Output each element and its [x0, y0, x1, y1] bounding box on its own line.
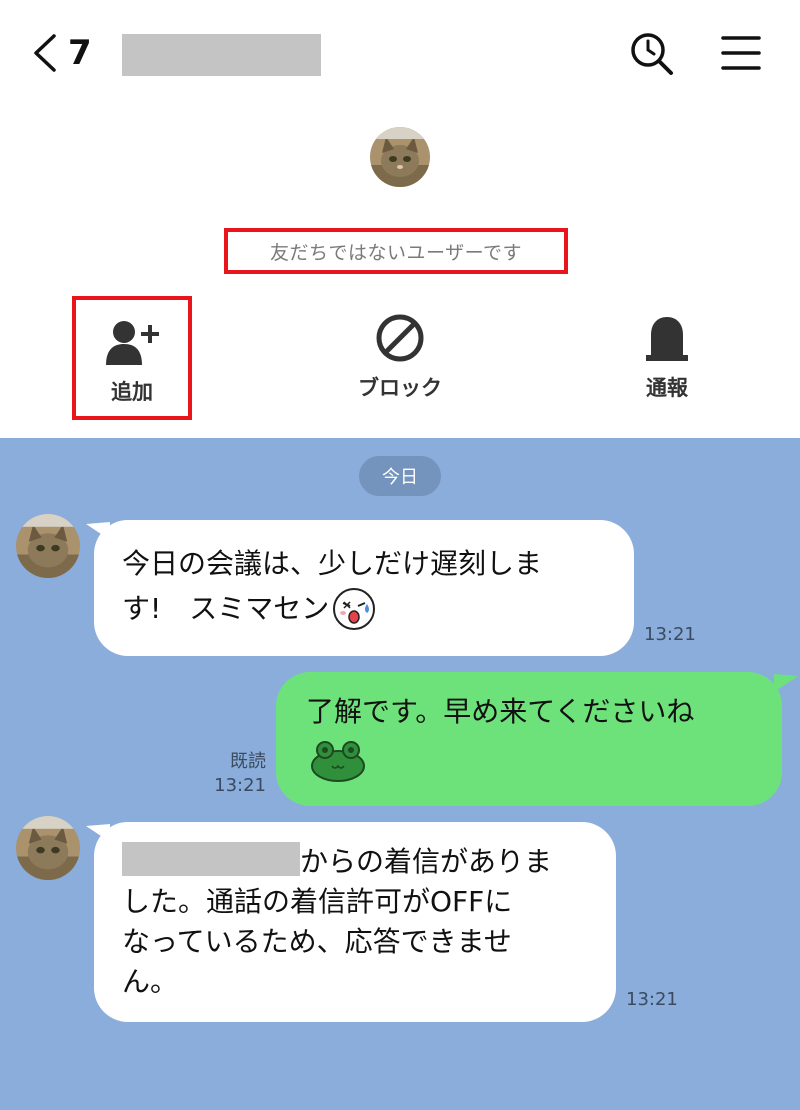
chevron-left-icon — [34, 34, 56, 72]
cat-avatar-image — [16, 816, 80, 880]
add-friend-label: 追加 — [111, 380, 153, 404]
sender-avatar[interactable] — [16, 816, 80, 880]
frog-emoji-icon — [311, 741, 365, 782]
report-button[interactable]: 通報 — [607, 296, 727, 416]
not-friend-notice-text: 友だちではないユーザーです — [270, 241, 522, 264]
message-time: 13:21 — [214, 775, 266, 796]
message-text-line: した。通話の着信許可がOFFに — [122, 885, 513, 918]
sender-avatar[interactable] — [16, 514, 80, 578]
caller-name-redacted — [122, 842, 300, 876]
add-friend-icon — [102, 316, 162, 368]
message-bubble-incoming[interactable]: からの着信がありま した。通話の着信許可がOFFに なっているため、応答できませ… — [94, 822, 616, 1022]
read-label: 既読 — [230, 751, 266, 772]
message-time: 13:21 — [626, 989, 678, 1010]
message-bubble-incoming[interactable]: 今日の会議は、少しだけ遅刻しま す! スミマセン — [94, 520, 634, 656]
message-text-line: 了解です。早め来てくださいね — [306, 695, 695, 728]
block-label: ブロック — [358, 376, 442, 400]
bubble-tail — [774, 674, 798, 692]
menu-icon[interactable] — [718, 30, 764, 76]
contact-name-redacted — [122, 34, 321, 76]
unread-count: 7 — [68, 33, 92, 73]
add-friend-button[interactable]: 追加 — [72, 296, 192, 420]
message-time: 13:21 — [644, 624, 696, 645]
cat-avatar-image — [370, 127, 430, 187]
message-text-line: ん。 — [122, 965, 179, 998]
message-text-line: 今日の会議は、少しだけ遅刻しま — [122, 547, 543, 580]
sweating-face-emoji-icon — [333, 588, 376, 630]
report-icon — [637, 312, 697, 364]
back-button[interactable]: 7 — [28, 28, 92, 78]
message-bubble-outgoing[interactable]: 了解です。早め来てくださいね — [276, 672, 782, 806]
block-icon — [370, 312, 430, 364]
message-text-line: す! スミマセン — [122, 592, 330, 625]
block-button[interactable]: ブロック — [340, 296, 460, 416]
contact-avatar[interactable] — [370, 127, 430, 187]
date-separator: 今日 — [359, 456, 441, 496]
message-text-line: からの着信がありま — [300, 845, 553, 878]
search-history-icon[interactable] — [626, 28, 678, 80]
report-label: 通報 — [646, 376, 688, 400]
chat-header: 7 — [0, 0, 800, 110]
not-friend-notice: 友だちではないユーザーです — [224, 228, 568, 274]
read-receipt: 既読 13:21 — [200, 750, 266, 798]
chat-area[interactable]: 今日 今日の会議は、少しだけ遅刻しま す! スミマセン 13:21 既読 13:… — [0, 438, 800, 1110]
message-text-line: なっているため、応答できませ — [122, 925, 512, 958]
cat-avatar-image — [16, 514, 80, 578]
